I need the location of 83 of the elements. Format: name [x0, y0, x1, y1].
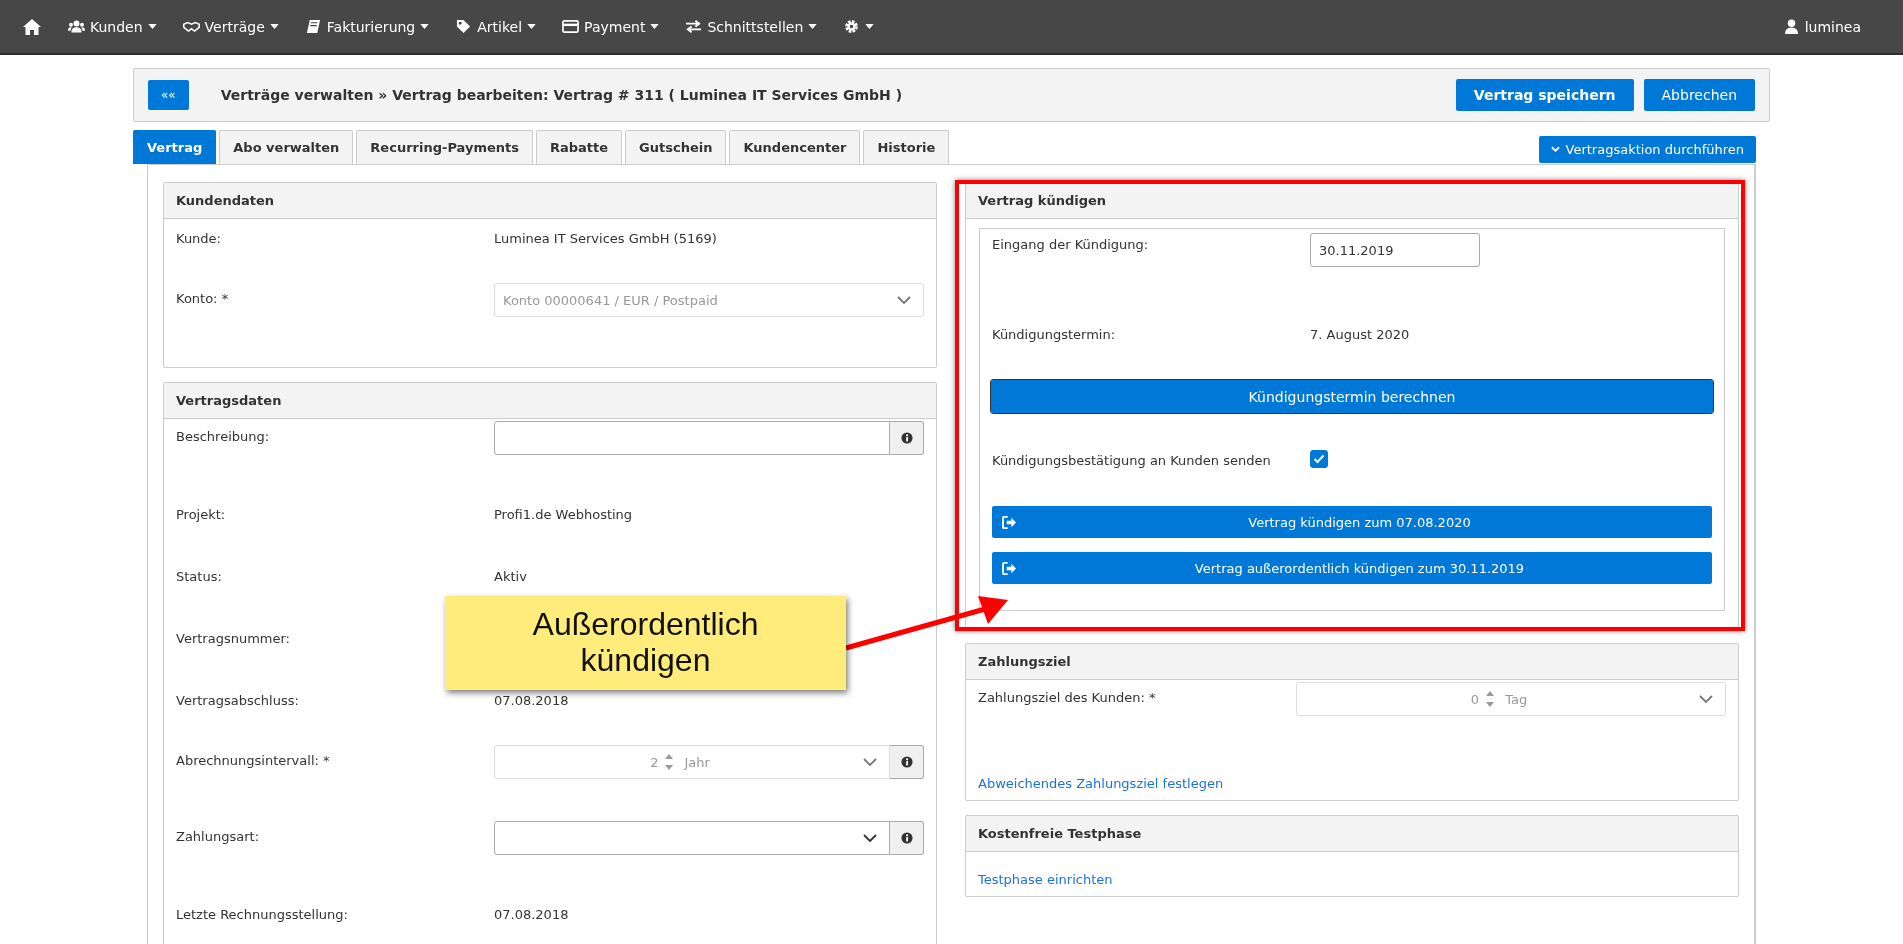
field-value: Profi1.de Webhosting: [494, 506, 633, 522]
nav-menu[interactable]: Verträge: [182, 18, 279, 35]
tab[interactable]: Kundencenter: [729, 130, 861, 164]
field-label: Abrechnungsintervall: *: [176, 753, 331, 768]
panel-title: Kostenfreie Testphase: [978, 826, 1142, 841]
field-value: Luminea IT Services GmbH (5169): [494, 230, 717, 246]
tab[interactable]: Recurring-Payments: [356, 130, 533, 164]
book-icon: [304, 19, 322, 34]
caret-icon: [808, 24, 818, 29]
field-label: Zahlungsziel des Kunden: *: [978, 690, 1157, 705]
info-icon: [900, 432, 913, 444]
checkbox[interactable]: [1310, 450, 1328, 468]
panel-title: Vertragsdaten: [176, 393, 282, 408]
field-value: 07.08.2018: [494, 906, 569, 922]
checkmark-icon: [1313, 454, 1325, 464]
credit-card-icon: [562, 19, 580, 34]
caret-icon: [865, 24, 875, 29]
chevron-icon: [1699, 695, 1713, 703]
home-icon[interactable]: [22, 17, 42, 36]
panel-title: Vertrag kündigen: [978, 193, 1107, 208]
tab[interactable]: Vertrag: [133, 130, 217, 164]
nav-menu[interactable]: Payment: [562, 18, 660, 35]
sign-out-icon: [1002, 561, 1017, 575]
field-label: Vertragsabschluss:: [176, 692, 300, 708]
caret-icon: [420, 24, 430, 29]
tab[interactable]: Historie: [863, 130, 950, 164]
action-dropdown-button[interactable]: Vertragsaktion durchführen: [1538, 136, 1756, 163]
tab[interactable]: Rabatte: [536, 130, 623, 164]
cancel-button[interactable]: Abbrechen: [1643, 79, 1755, 111]
terminate-button[interactable]: Vertrag außerordentlich kündigen zum 30.11.2019: [992, 552, 1712, 584]
field-label: Kündigungstermin:: [992, 326, 1117, 342]
field-label: Beschreibung:: [176, 429, 271, 444]
terminate-button[interactable]: Vertrag kündigen zum 07.08.2020: [992, 506, 1712, 538]
caret-icon: [269, 24, 279, 29]
chevron-icon: [863, 834, 877, 842]
callout-note: Außerordentlich kündigen: [445, 596, 846, 690]
field-label: Zahlungsart:: [176, 829, 260, 844]
select-field[interactable]: [494, 821, 890, 855]
settings-icon: [843, 19, 861, 34]
input-field[interactable]: [494, 421, 890, 455]
tag-icon: [455, 19, 473, 34]
chevron-icon: [897, 296, 911, 304]
field-label: Vertragsnummer:: [176, 630, 291, 646]
info-button[interactable]: [890, 421, 924, 455]
field-value: Aktiv: [494, 568, 527, 584]
field-value: 07.08.2018: [494, 692, 569, 708]
field-label: Kunde:: [176, 230, 222, 246]
info-button[interactable]: [890, 821, 924, 855]
link[interactable]: Abweichendes Zahlungsziel festlegen: [978, 775, 1224, 791]
input-field[interactable]: 30.11.2019: [1310, 233, 1480, 267]
nav-menu[interactable]: Kunden: [68, 18, 157, 35]
link[interactable]: Testphase einrichten: [978, 871, 1113, 887]
field-label: Projekt:: [176, 506, 227, 522]
back-button[interactable]: ««: [148, 80, 189, 110]
panel-title: Zahlungsziel: [978, 654, 1071, 669]
field-label: Status:: [176, 568, 223, 584]
tab[interactable]: Abo verwalten: [219, 130, 354, 164]
user-menu[interactable]: luminea: [1782, 18, 1861, 35]
chevron-icon: [1550, 146, 1560, 153]
save-button[interactable]: Vertrag speichern: [1455, 79, 1634, 111]
calculate-button[interactable]: Kündigungstermin berechnen: [991, 380, 1713, 413]
nav-menu[interactable]: Fakturierung: [304, 18, 430, 35]
caret-icon: [147, 24, 157, 29]
caret-icon: [527, 24, 537, 29]
checkbox-label: Kündigungsbestätigung an Kunden senden: [992, 451, 1272, 468]
user-icon: [1782, 19, 1800, 34]
people-icon: [68, 19, 85, 34]
settings-menu[interactable]: [843, 19, 875, 34]
page-title: Verträge verwalten » Vertrag bearbeiten: Vertrag # 311 ( Luminea IT Services GmbH ): [220, 87, 903, 103]
field-label: Konto: *: [176, 291, 230, 306]
arrows-icon: [685, 19, 703, 34]
field-label: Eingang der Kündigung:: [992, 237, 1150, 252]
sign-out-icon: [1002, 515, 1017, 529]
caret-icon: [650, 24, 660, 29]
chevron-icon: [863, 758, 877, 766]
tab[interactable]: Gutschein: [625, 130, 727, 164]
nav-menu[interactable]: Schnittstellen: [685, 18, 818, 35]
nav-menu[interactable]: Artikel: [455, 18, 537, 35]
info-icon: [900, 756, 913, 768]
info-icon: [900, 832, 913, 844]
panel-title: Kundendaten: [176, 193, 275, 208]
field-label: Letzte Rechnungsstellung:: [176, 906, 349, 922]
field-value: 7. August 2020: [1310, 326, 1410, 342]
